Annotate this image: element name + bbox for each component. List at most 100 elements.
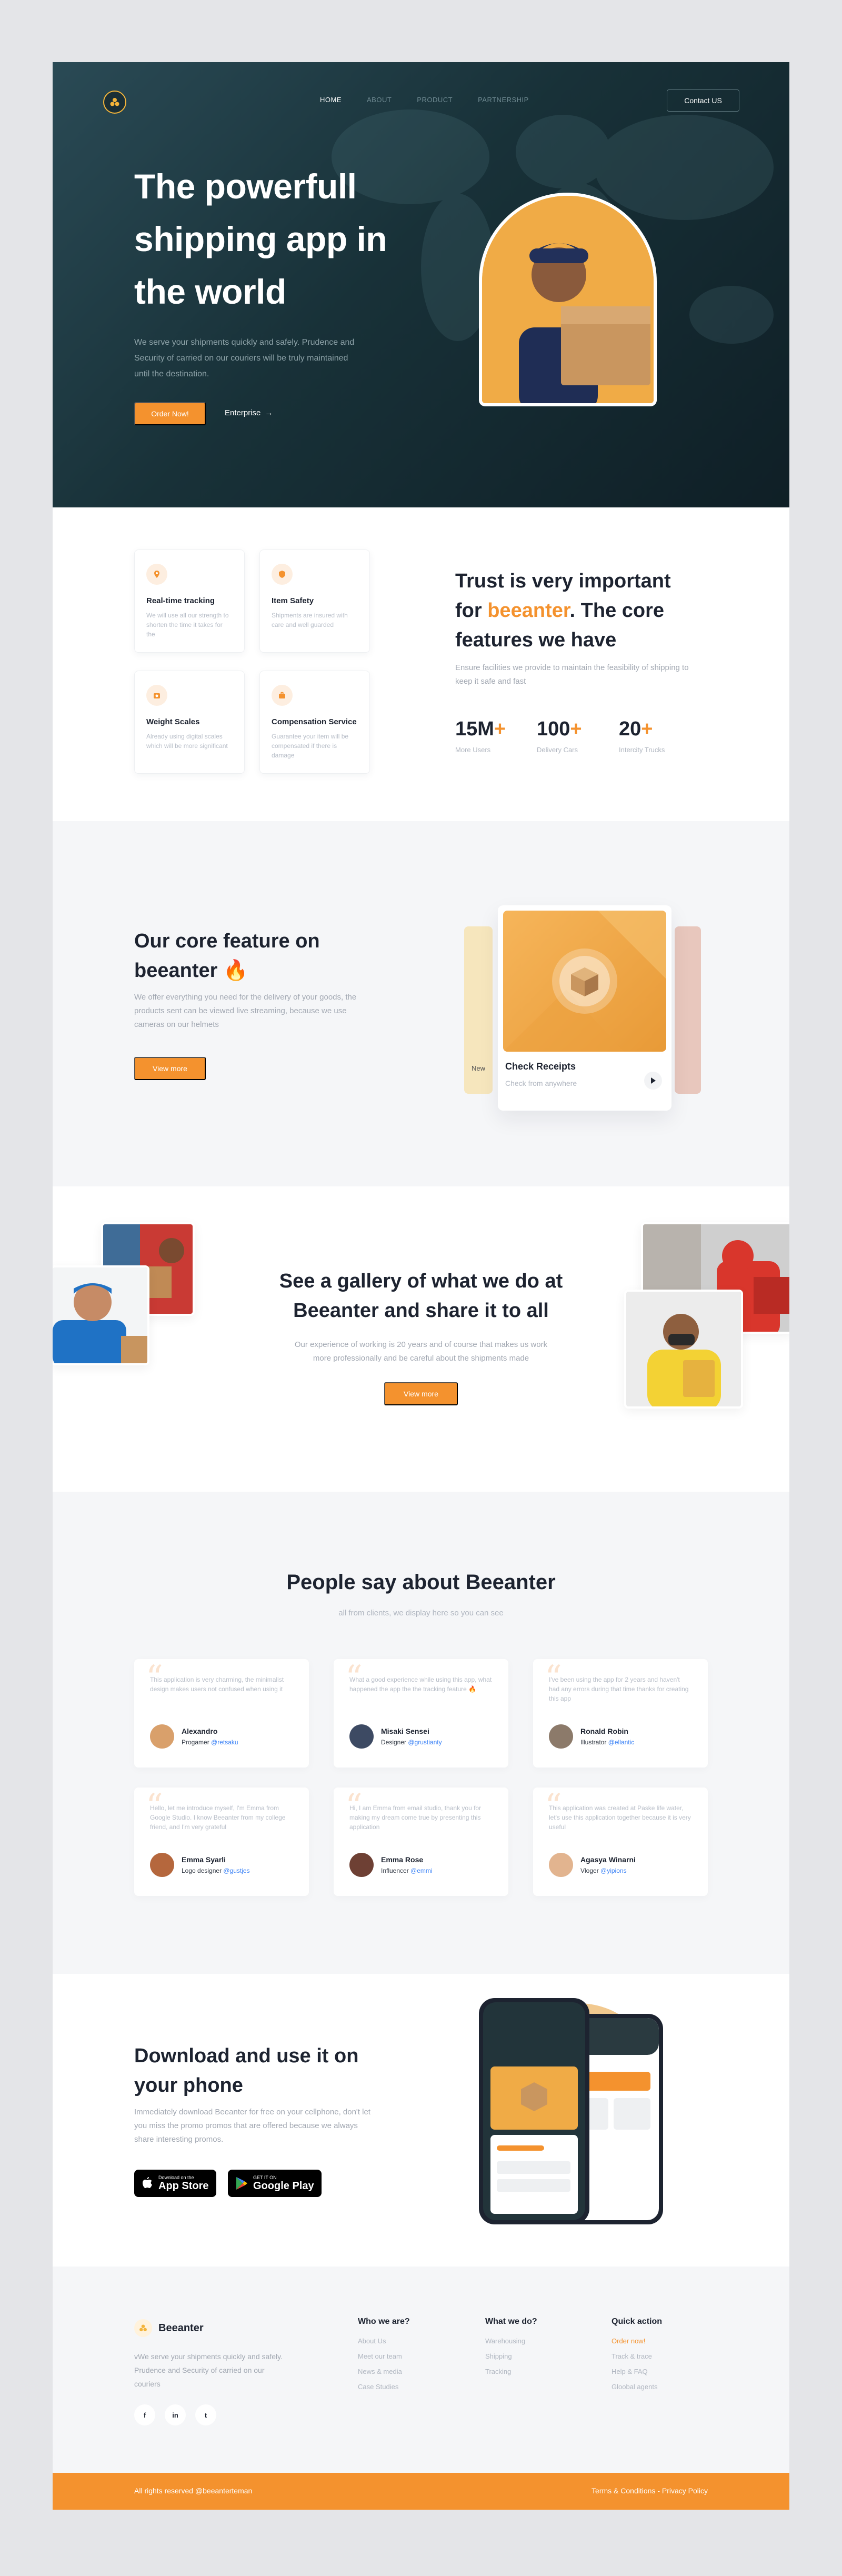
copyright-text: All rights reserved @beeanterteman: [134, 2487, 253, 2495]
download-title: Download and use it on your phone: [134, 2045, 359, 2096]
nav-home[interactable]: HOME: [320, 96, 342, 104]
legal-links[interactable]: Terms & Conditions - Privacy Policy: [592, 2487, 708, 2495]
feature-desc: We will use all our strength to shorten …: [146, 612, 229, 638]
facebook-icon[interactable]: f: [134, 2404, 155, 2425]
google-play-button[interactable]: GET IT ON Google Play: [228, 2170, 322, 2197]
avatar: [150, 1724, 174, 1749]
nav-about[interactable]: ABOUT: [367, 96, 392, 104]
feature-title: Compensation Service: [272, 717, 357, 726]
footer-link[interactable]: Warehousing: [485, 2337, 537, 2345]
feature-desc: Already using digital scales which will …: [146, 733, 228, 750]
apple-icon: [143, 2177, 152, 2188]
carousel-back-card-left[interactable]: New: [464, 926, 493, 1094]
testimonials-subtitle: all from clients, we display here so you…: [338, 1609, 504, 1618]
footer-link[interactable]: Meet our team: [358, 2352, 410, 2360]
avatar: [150, 1853, 174, 1877]
footer-description: vWe serve your shipments quickly and saf…: [134, 2352, 283, 2388]
user-handle-link[interactable]: @grustianty: [408, 1739, 442, 1746]
trust-description: Ensure facilities we provide to maintain…: [455, 663, 689, 686]
stat-users: 15M+ More Users: [455, 718, 506, 754]
testimonial-card: “ What a good experience while using thi…: [334, 1659, 508, 1768]
social-links: f in t: [134, 2404, 216, 2425]
trust-title: Trust is very important for beeanter. Th…: [455, 570, 671, 651]
courier-photo: [479, 193, 657, 406]
avatar: [349, 1724, 374, 1749]
gallery-description: Our experience of working is 20 years an…: [294, 1340, 548, 1363]
download-description: Immediately download Beeanter for free o…: [134, 2108, 370, 2144]
footer-column-quick-action: Quick action Order now! Track & trace He…: [612, 2317, 663, 2391]
gallery-section: See a gallery of what we do at Beeanter …: [53, 1186, 789, 1492]
landing-page: HOME ABOUT PRODUCT PARTNERSHIP Contact U…: [53, 62, 789, 2510]
user-handle-link[interactable]: @gustjes: [223, 1867, 249, 1874]
footer-link[interactable]: Track & trace: [612, 2352, 662, 2360]
footer-link-order-now[interactable]: Order now!: [612, 2337, 662, 2345]
view-more-button[interactable]: View more: [134, 1057, 206, 1080]
user-handle-link[interactable]: @retsaku: [211, 1739, 238, 1746]
testimonial-card: “ This application is very charming, the…: [134, 1659, 309, 1768]
feature-card-item-safety[interactable]: Item Safety Shipments are insured with c…: [259, 550, 370, 653]
scale-icon: [146, 685, 167, 706]
contact-button[interactable]: Contact US: [667, 89, 739, 112]
footer-logo[interactable]: Beeanter: [134, 2319, 204, 2337]
feature-desc: Shipments are insured with care and well…: [272, 612, 348, 628]
stat-delivery-cars: 100+ Delivery Cars: [537, 718, 582, 754]
phones-mockup: [458, 1993, 679, 2245]
hero-description: We serve your shipments quickly and safe…: [134, 338, 355, 378]
feature-card-realtime-tracking[interactable]: Real-time tracking We will use all our s…: [134, 550, 245, 653]
testimonial-card: “ This application was created at Paske …: [533, 1788, 708, 1896]
footer-bar: All rights reserved @beeanterteman Terms…: [53, 2473, 789, 2510]
arrow-right-icon: →: [265, 408, 273, 417]
footer-column-who: Who we are? About Us Meet our team News …: [358, 2317, 410, 2391]
logo-icon: [134, 2319, 152, 2337]
footer-link[interactable]: Gloobal agents: [612, 2383, 662, 2391]
avatar: [549, 1853, 573, 1877]
linkedin-icon[interactable]: in: [165, 2404, 186, 2425]
feature-title: Item Safety: [272, 596, 314, 605]
hero-title: The powerfull shipping app in the world: [134, 167, 387, 311]
play-icon[interactable]: [644, 1072, 662, 1090]
nav-product[interactable]: PRODUCT: [417, 96, 453, 104]
order-now-button[interactable]: Order Now!: [134, 402, 206, 425]
testimonial-card: “ Hi, I am Emma from email studio, thank…: [334, 1788, 508, 1896]
footer-link[interactable]: About Us: [358, 2337, 410, 2345]
avatar: [549, 1724, 573, 1749]
package-thumbnail: [503, 911, 666, 1052]
brand-highlight: beeanter: [487, 600, 570, 622]
user-handle-link[interactable]: @ellantic: [608, 1739, 635, 1746]
testimonial-card: “ Hello, let me introduce myself, I'm Em…: [134, 1788, 309, 1896]
core-feature-section: Our core feature on beeanter 🔥 We offer …: [53, 821, 789, 1186]
gallery-title: See a gallery of what we do at Beeanter …: [279, 1270, 563, 1322]
main-nav: HOME ABOUT PRODUCT PARTNERSHIP: [320, 96, 529, 104]
carousel-back-card-right[interactable]: [675, 926, 701, 1094]
footer-column-what: What we do? Warehousing Shipping Trackin…: [485, 2317, 537, 2375]
user-handle-link[interactable]: @yipions: [600, 1867, 627, 1874]
check-receipts-card[interactable]: Check Receipts Check from anywhere: [498, 905, 671, 1111]
nav-partnership[interactable]: PARTNERSHIP: [478, 96, 529, 104]
enterprise-link[interactable]: Enterprise →: [225, 408, 273, 417]
gallery-view-more-button[interactable]: View more: [384, 1382, 458, 1405]
twitter-icon[interactable]: t: [195, 2404, 216, 2425]
core-title: Our core feature on beeanter 🔥: [134, 930, 320, 982]
feature-title: Weight Scales: [146, 717, 200, 726]
footer-link[interactable]: Case Studies: [358, 2383, 410, 2391]
footer-link[interactable]: Shipping: [485, 2352, 537, 2360]
footer-link[interactable]: Help & FAQ: [612, 2368, 662, 2375]
card-title: Check Receipts: [505, 1061, 576, 1072]
briefcase-icon: [272, 685, 293, 706]
download-section: Download and use it on your phone Immedi…: [53, 1974, 789, 2267]
feature-card-compensation-service[interactable]: Compensation Service Guarantee your item…: [259, 671, 370, 774]
location-pin-icon: [146, 564, 167, 585]
testimonials-section: People say about Beeanter all from clien…: [53, 1492, 789, 1974]
feature-title: Real-time tracking: [146, 596, 215, 605]
footer-link[interactable]: Tracking: [485, 2368, 537, 2375]
testimonial-card: “ I've been using the app for 2 years an…: [533, 1659, 708, 1768]
app-store-button[interactable]: Download on the App Store: [134, 2170, 216, 2197]
logo-icon[interactable]: [103, 91, 126, 114]
google-play-icon: [236, 2177, 247, 2190]
footer-link[interactable]: News & media: [358, 2368, 410, 2375]
shield-icon: [272, 564, 293, 585]
feature-card-weight-scales[interactable]: Weight Scales Already using digital scal…: [134, 671, 245, 774]
user-handle-link[interactable]: @emmi: [410, 1867, 433, 1874]
gallery-photo-courier-thumbs-up: [53, 1265, 149, 1365]
footer: Beeanter vWe serve your shipments quickl…: [53, 2267, 789, 2473]
